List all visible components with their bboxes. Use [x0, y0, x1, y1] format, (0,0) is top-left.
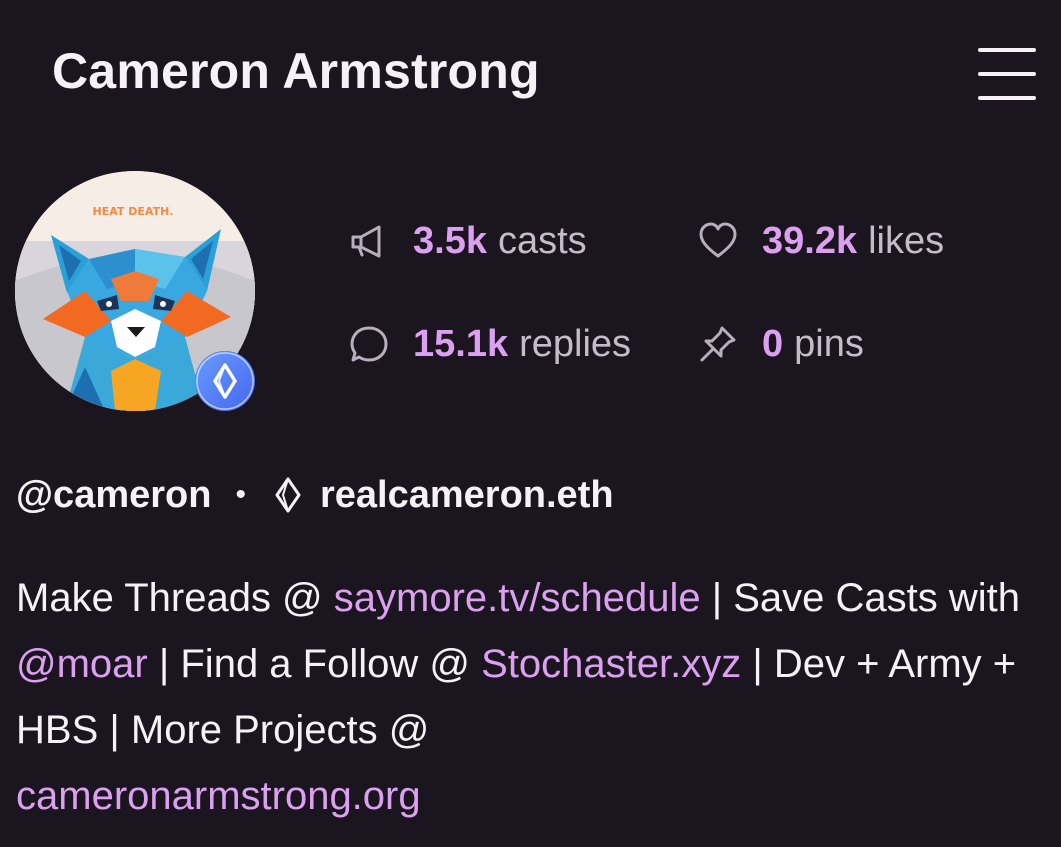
pins-count: 0 — [762, 322, 784, 365]
ens-name-link[interactable]: realcameron.eth — [320, 474, 614, 517]
casts-label: casts — [497, 219, 587, 262]
megaphone-icon — [349, 221, 389, 261]
bio-text: Find a Follow @ — [180, 642, 482, 686]
ens-badge-icon — [195, 351, 255, 411]
avatar-container: HEAT DEATH. — [15, 171, 255, 411]
replies-label: replies — [519, 322, 632, 365]
pins-label: pins — [794, 322, 864, 365]
hamburger-menu-icon[interactable] — [978, 48, 1036, 102]
replies-count: 15.1k — [413, 322, 509, 365]
bio-link-cameronarmstrong[interactable]: cameronarmstrong.org — [16, 774, 421, 818]
avatar-caption: HEAT DEATH. — [93, 205, 174, 218]
likes-label: likes — [868, 219, 945, 262]
stat-pins[interactable]: 0 pins — [698, 319, 864, 369]
likes-count: 39.2k — [762, 219, 858, 262]
pin-icon — [698, 324, 738, 364]
bio-separator: | — [98, 708, 131, 752]
speech-bubble-icon — [349, 324, 389, 364]
stat-casts[interactable]: 3.5k casts — [349, 216, 587, 266]
casts-count: 3.5k — [413, 219, 487, 262]
bio-separator: | — [700, 576, 734, 620]
header: Cameron Armstrong — [0, 0, 1061, 150]
bio-link-stochaster[interactable]: Stochaster.xyz — [481, 642, 741, 686]
bio: Make Threads @ saymore.tv/schedule | Sav… — [16, 565, 1046, 829]
page-title: Cameron Armstrong — [52, 43, 540, 99]
bio-mention-moar[interactable]: @moar — [16, 642, 148, 686]
profile-page: Cameron Armstrong HEAT DEATH. 3.5k casts… — [0, 0, 1061, 847]
ens-logo-icon — [270, 477, 306, 513]
identity-row: @cameron • realcameron.eth — [16, 470, 614, 520]
username: @cameron — [16, 473, 212, 516]
stat-replies[interactable]: 15.1k replies — [349, 319, 631, 369]
bio-text: Save Casts with — [733, 576, 1021, 620]
heart-icon — [698, 221, 738, 261]
bio-separator: | — [147, 642, 181, 686]
bio-link-saymore[interactable]: saymore.tv/schedule — [334, 576, 701, 620]
stat-likes[interactable]: 39.2k likes — [698, 216, 944, 266]
separator-dot: • — [235, 478, 246, 511]
bio-separator: | — [741, 642, 774, 686]
bio-text: More Projects @ — [130, 708, 430, 752]
bio-text: Make Threads @ — [16, 576, 334, 620]
